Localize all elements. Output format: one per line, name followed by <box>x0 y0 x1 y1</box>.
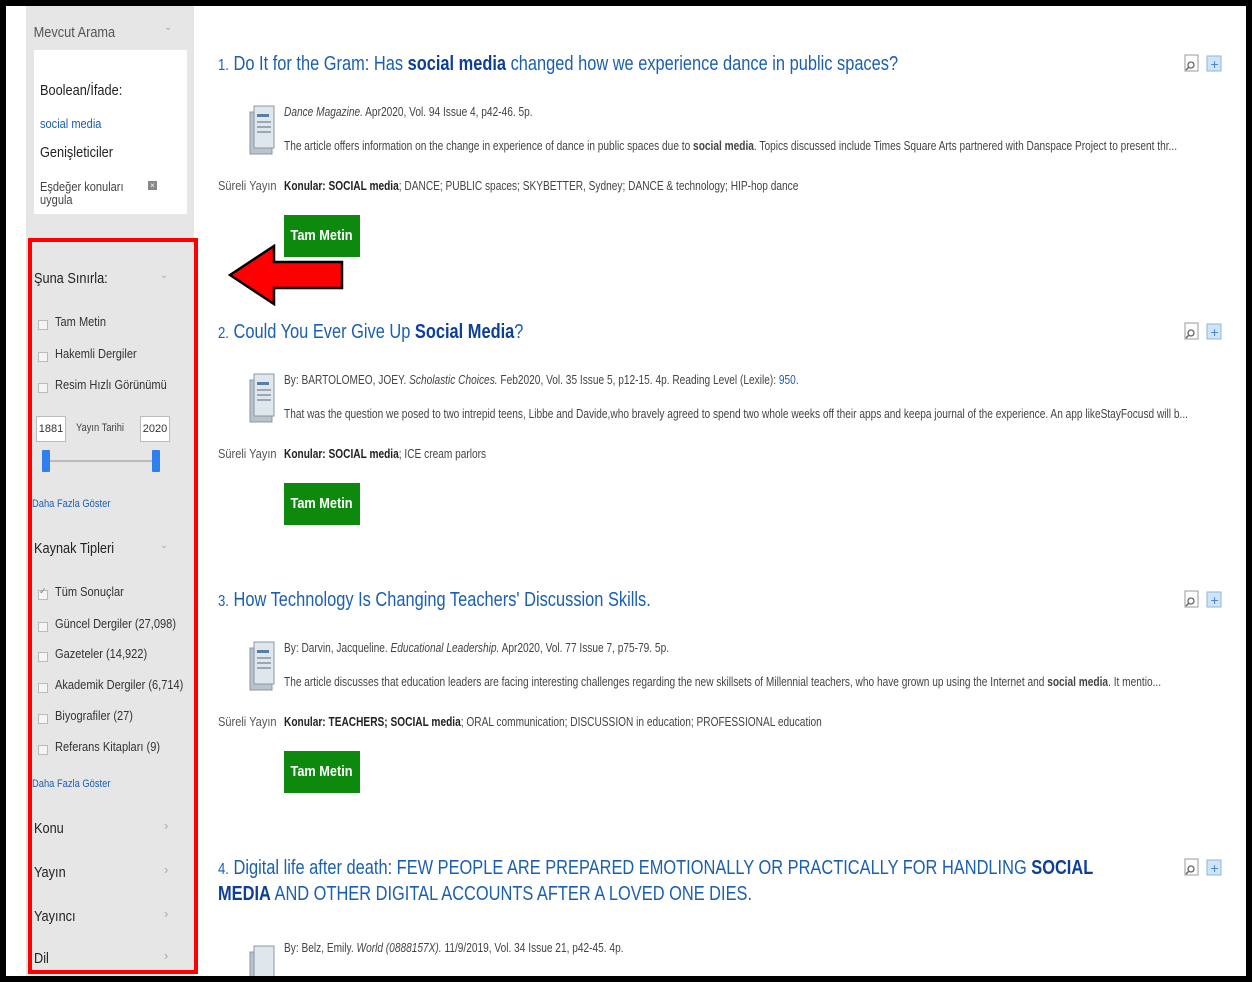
result-meta: Dance Magazine. Apr2020, Vol. 94 Issue 4… <box>284 104 533 119</box>
result-title[interactable]: 4. Digital life after death: FEW PEOPLE … <box>218 856 1120 906</box>
result-title[interactable]: 3. How Technology Is Changing Teachers' … <box>218 588 1038 614</box>
results-page: Mevcut Arama ⌄ Boolean/İfade: social med… <box>6 6 1246 976</box>
current-search-heading[interactable]: Mevcut Arama <box>26 6 169 41</box>
periodical-icon <box>249 641 275 691</box>
source-types-heading[interactable]: Kaynak Tipleri <box>34 540 128 557</box>
chevron-down-icon[interactable]: ⌄ <box>160 540 168 551</box>
checkbox[interactable] <box>38 713 48 724</box>
result-item: 4. Digital life after death: FEW PEOPLE … <box>218 856 1222 976</box>
full-text-button[interactable]: Tam Metin <box>284 751 360 793</box>
publication-type: Süreli Yayın <box>218 178 277 193</box>
query-link[interactable]: social media <box>40 116 112 131</box>
result-title[interactable]: 2. Could You Ever Give Up Social Media? <box>218 320 1038 346</box>
result-number: 1. <box>218 57 229 74</box>
source-type-biographies[interactable]: Biyografiler (27) <box>38 708 147 724</box>
limit-fulltext[interactable]: Tam Metin <box>38 314 115 330</box>
result-meta: By: Darvin, Jacqueline. Educational Lead… <box>284 640 670 655</box>
result-subjects: Konular: SOCIAL media; DANCE; PUBLIC spa… <box>284 178 799 193</box>
result-actions: + <box>1184 858 1222 876</box>
checkbox[interactable] <box>38 382 48 393</box>
facet-subject[interactable]: Konu <box>34 820 69 837</box>
svg-text:+: + <box>1210 326 1219 339</box>
periodical-icon <box>249 105 275 155</box>
add-to-folder-icon[interactable]: + <box>1206 858 1222 876</box>
source-type-reference-books[interactable]: Referans Kitapları (9) <box>38 739 179 755</box>
show-more-link[interactable]: Daha Fazla Göster <box>32 498 124 510</box>
result-title[interactable]: 1. Do It for the Gram: Has social media … <box>218 52 1038 78</box>
current-search-box: Boolean/İfade: social media Genişleticil… <box>34 50 187 214</box>
boolean-label: Boolean/İfade: <box>40 82 123 99</box>
checkbox[interactable] <box>38 351 48 362</box>
result-number: 2. <box>218 325 229 342</box>
chevron-down-icon[interactable]: ⌄ <box>164 22 172 33</box>
source-type-magazines[interactable]: Güncel Dergiler (27,098) <box>38 616 194 632</box>
date-slider-track[interactable] <box>42 460 154 462</box>
facet-publication[interactable]: Yayın <box>34 864 71 881</box>
full-text-button[interactable]: Tam Metin <box>284 215 360 257</box>
limit-panel: Şuna Sınırla: ⌄ Tam Metin Hakemli Dergil… <box>28 238 198 974</box>
result-actions: + <box>1184 54 1222 72</box>
chevron-right-icon[interactable]: › <box>164 906 168 921</box>
source-type-academic[interactable]: Akademik Dergiler (6,714) <box>38 677 194 693</box>
result-abstract: The article offers information on the ch… <box>284 138 1178 153</box>
svg-text:+: + <box>1210 58 1219 71</box>
checkbox[interactable] <box>38 621 48 632</box>
chevron-right-icon[interactable]: › <box>164 948 168 963</box>
date-to-input[interactable]: 2020 <box>140 416 170 442</box>
periodical-icon <box>249 945 275 976</box>
result-subjects: Konular: TEACHERS; SOCIAL media; ORAL co… <box>284 714 822 729</box>
preview-icon[interactable] <box>1184 322 1200 340</box>
facet-publisher[interactable]: Yayıncı <box>34 908 83 925</box>
source-type-newspapers[interactable]: Gazeteler (14,922) <box>38 646 163 662</box>
publication-type: Süreli Yayın <box>218 446 277 461</box>
limit-image-quickview[interactable]: Resim Hızlı Görünümü <box>38 377 186 393</box>
result-number: 4. <box>218 861 229 878</box>
chevron-right-icon[interactable]: › <box>164 818 168 833</box>
periodical-icon <box>249 373 275 423</box>
current-search-label: Mevcut Arama <box>33 24 116 41</box>
result-abstract: That was the question we posed to two in… <box>284 406 1188 421</box>
checkbox[interactable] <box>38 319 48 330</box>
checkbox[interactable] <box>38 744 48 755</box>
chevron-right-icon[interactable]: › <box>164 862 168 877</box>
result-actions: + <box>1184 322 1222 340</box>
result-item: 1. Do It for the Gram: Has social media … <box>218 52 1222 257</box>
result-item: 2. Could You Ever Give Up Social Media? … <box>218 320 1222 525</box>
publication-type: Süreli Yayın <box>218 714 277 729</box>
facet-language[interactable]: Dil <box>34 950 52 967</box>
close-icon[interactable]: × <box>148 181 157 190</box>
date-label: Yayın Tarihi <box>76 422 124 434</box>
preview-icon[interactable] <box>1184 54 1200 72</box>
checkbox[interactable] <box>38 682 48 693</box>
checkbox[interactable] <box>38 586 48 600</box>
full-text-button[interactable]: Tam Metin <box>284 483 360 525</box>
expanders-label: Genişleticiler <box>40 144 113 161</box>
add-to-folder-icon[interactable]: + <box>1206 322 1222 340</box>
result-meta: By: Belz, Emily. World (0888157X). 11/9/… <box>284 940 624 955</box>
svg-text:+: + <box>1210 862 1219 875</box>
result-subjects: Konular: SOCIAL media; ICE cream parlors <box>284 446 487 461</box>
add-to-folder-icon[interactable]: + <box>1206 54 1222 72</box>
source-type-all[interactable]: Tüm Sonuçlar <box>38 584 136 600</box>
limit-heading[interactable]: Şuna Sınırla: <box>34 270 121 287</box>
checkbox[interactable] <box>38 651 48 662</box>
preview-icon[interactable] <box>1184 858 1200 876</box>
result-meta: By: BARTOLOMEO, JOEY. Scholastic Choices… <box>284 372 799 387</box>
date-from-input[interactable]: 1881 <box>36 416 66 442</box>
limit-peer-reviewed[interactable]: Hakemli Dergiler <box>38 346 151 362</box>
chevron-down-icon[interactable]: ⌄ <box>160 270 168 281</box>
result-actions: + <box>1184 590 1222 608</box>
result-number: 3. <box>218 593 229 610</box>
date-slider-handle-from[interactable] <box>42 450 50 472</box>
apply-equivalent-label: Eşdeğer konuları uygula <box>40 179 124 207</box>
add-to-folder-icon[interactable]: + <box>1206 590 1222 608</box>
svg-text:+: + <box>1210 594 1219 607</box>
preview-icon[interactable] <box>1184 590 1200 608</box>
show-more-link[interactable]: Daha Fazla Göster <box>32 778 124 790</box>
date-slider-handle-to[interactable] <box>152 450 160 472</box>
result-abstract: The article discusses that education lea… <box>284 674 1162 689</box>
result-item: 3. How Technology Is Changing Teachers' … <box>218 588 1222 793</box>
